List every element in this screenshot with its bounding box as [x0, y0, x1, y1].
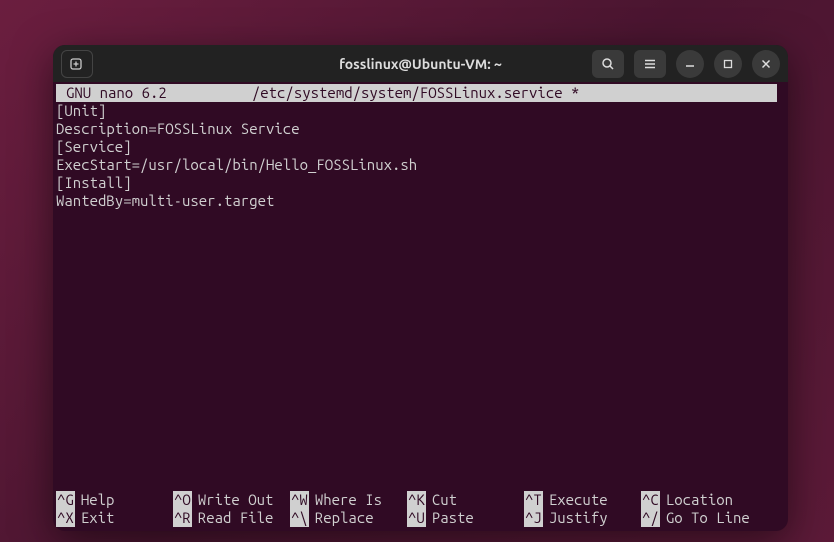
shortcut-where-is: ^WWhere Is: [290, 491, 407, 509]
close-icon: [760, 58, 772, 70]
close-button[interactable]: [752, 50, 780, 78]
shortcut-read-file: ^RRead File: [173, 509, 290, 527]
window-titlebar: fosslinux@Ubuntu-VM: ~: [53, 45, 788, 82]
terminal-content[interactable]: GNU nano 6.2 /etc/systemd/system/FOSSLin…: [53, 82, 788, 212]
shortcut-execute: ^TExecute: [524, 491, 641, 509]
shortcut-go-to-line: ^/Go To Line: [641, 509, 758, 527]
window-title: fosslinux@Ubuntu-VM: ~: [339, 56, 502, 72]
shortcut-exit: ^XExit: [56, 509, 173, 527]
shortcut-paste: ^UPaste: [407, 509, 524, 527]
footer-row-1: ^GHelp ^OWrite Out ^WWhere Is ^KCut ^TEx…: [56, 491, 785, 509]
nano-file-path: /etc/systemd/system/FOSSLinux.service *: [167, 84, 777, 102]
shortcut-write-out: ^OWrite Out: [173, 491, 290, 509]
nano-footer: ^GHelp ^OWrite Out ^WWhere Is ^KCut ^TEx…: [56, 491, 785, 527]
shortcut-justify: ^JJustify: [524, 509, 641, 527]
maximize-icon: [722, 58, 734, 70]
menu-button[interactable]: [634, 50, 666, 78]
nano-app-name: GNU nano 6.2: [66, 84, 167, 102]
hamburger-icon: [643, 57, 657, 71]
new-tab-button[interactable]: [61, 50, 93, 78]
minimize-button[interactable]: [676, 50, 704, 78]
search-button[interactable]: [592, 50, 624, 78]
minimize-icon: [684, 58, 696, 70]
maximize-button[interactable]: [714, 50, 742, 78]
shortcut-location: ^CLocation: [641, 491, 758, 509]
shortcut-help: ^GHelp: [56, 491, 173, 509]
nano-titlebar: GNU nano 6.2 /etc/systemd/system/FOSSLin…: [56, 84, 785, 102]
terminal-window: fosslinux@Ubuntu-VM: ~: [53, 45, 788, 531]
editor-content[interactable]: [Unit] Description=FOSSLinux Service [Se…: [56, 102, 785, 210]
search-icon: [601, 57, 615, 71]
shortcut-replace: ^\Replace: [290, 509, 407, 527]
footer-row-2: ^XExit ^RRead File ^\Replace ^UPaste ^JJ…: [56, 509, 785, 527]
shortcut-cut: ^KCut: [407, 491, 524, 509]
new-tab-icon: [69, 56, 85, 72]
